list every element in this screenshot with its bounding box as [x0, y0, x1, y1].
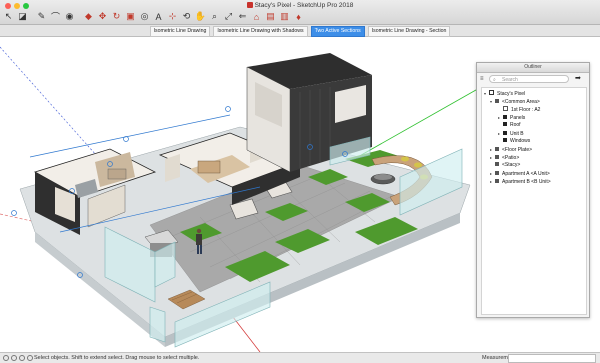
group-icon [503, 122, 507, 126]
group-icon [503, 138, 507, 142]
toolbar: ↖ ◪ ✎ ⌒ ◉ ◆ ✥ ↻ ▣ ◎ A ⊹ ⟲ ✋ ⌕ ⤢ ⇐ ⌂ ▤ ▥ … [2, 9, 305, 24]
group-icon [503, 115, 507, 119]
title-bar: Stacy's Pixel - SketchUp Pro 2018 ↖ ◪ ✎ … [0, 0, 600, 25]
outliner-row[interactable]: Windows [498, 138, 530, 145]
outliner-panel[interactable]: Outliner ≡ ⌕ Search ➡ ▾ Stacy's Pixel ▾ <C… [476, 62, 590, 318]
outliner-row[interactable]: ▸ <Patio> [490, 154, 519, 161]
tab-two-active-sections[interactable]: Two Active Sections [310, 26, 365, 37]
filter-icon[interactable]: ≡ [480, 75, 487, 83]
eraser-icon[interactable]: ◪ [16, 10, 29, 23]
extension-warehouse-icon[interactable]: ▤ [264, 10, 277, 23]
outliner-row[interactable]: ▸ Apartment B <B Unit> [490, 178, 551, 185]
outliner-row[interactable]: Roof [498, 122, 521, 129]
component-icon [495, 155, 499, 159]
pan-icon[interactable]: ✋ [194, 10, 207, 23]
geo-location-icon[interactable] [3, 355, 9, 361]
zoom-icon[interactable]: ⌕ [208, 10, 221, 23]
section-plane-icon [503, 106, 508, 111]
axes-icon[interactable]: ⊹ [166, 10, 179, 23]
push-pull-icon[interactable]: ◆ [82, 10, 95, 23]
pencil-icon[interactable]: ✎ [35, 10, 48, 23]
component-icon [495, 179, 499, 183]
outliner-row[interactable]: ▾ Stacy's Pixel [484, 90, 525, 97]
tab-isometric-line-drawing[interactable]: Isometric Line Drawing [149, 26, 211, 37]
component-icon [495, 147, 499, 151]
tab-isometric-line-drawing-section[interactable]: Isometric Line Drawing - Section [367, 26, 451, 37]
sketchup-logo-icon [246, 2, 253, 8]
outliner-row[interactable]: ▸ <Floor Plate> [490, 146, 532, 153]
outliner-row[interactable]: <Stacy> [490, 162, 520, 169]
scale-icon[interactable]: ▣ [124, 10, 137, 23]
search-icon: ⌕ [493, 77, 496, 83]
warehouse-icon[interactable]: ⌂ [250, 10, 263, 23]
outliner-row[interactable]: ▾ <Common Area> [490, 98, 540, 105]
outliner-title: Outliner [477, 63, 589, 73]
credits-icon[interactable] [11, 355, 17, 361]
paint-bucket-icon[interactable]: ◉ [63, 10, 76, 23]
outliner-row[interactable]: ▸ Unit B [498, 130, 524, 137]
model-icon [489, 90, 494, 95]
component-icon [495, 99, 499, 103]
layout-icon[interactable]: ▥ [278, 10, 291, 23]
outliner-row[interactable]: ▸ Panels [498, 114, 525, 121]
text-icon[interactable]: A [152, 10, 165, 23]
previous-view-icon[interactable]: ⇐ [236, 10, 249, 23]
status-bar: Select objects. Shift to extend select. … [0, 352, 600, 363]
component-icon [495, 162, 499, 166]
tab-isometric-line-drawing-shadows[interactable]: Isometric Line Drawing with Shadows [213, 26, 308, 37]
outliner-row[interactable]: 1st Floor : A2 [498, 106, 540, 113]
help-icon[interactable] [27, 355, 33, 361]
outliner-search-input[interactable]: ⌕ Search [489, 75, 569, 83]
window-title: Stacy's Pixel - SketchUp Pro 2018 [0, 2, 600, 9]
orbit-icon[interactable]: ⟲ [180, 10, 193, 23]
fire-pit-top [374, 174, 392, 180]
rotate-icon[interactable]: ↻ [110, 10, 123, 23]
scene-tabs: Isometric Line Drawing Isometric Line Dr… [0, 25, 600, 37]
tape-measure-icon[interactable]: ◎ [138, 10, 151, 23]
outliner-export-icon[interactable]: ➡ [575, 75, 584, 83]
status-icons [3, 355, 33, 361]
user-icon[interactable] [19, 355, 25, 361]
outliner-tree[interactable]: ▾ Stacy's Pixel ▾ <Common Area> 1st Floor … [481, 87, 587, 315]
component-icon [495, 171, 499, 175]
outliner-row[interactable]: ▸ Apartment A <A Unit> [490, 170, 550, 177]
select-icon[interactable]: ↖ [2, 10, 15, 23]
move-icon[interactable]: ✥ [96, 10, 109, 23]
zoom-extents-icon[interactable]: ⤢ [222, 10, 235, 23]
arc-icon[interactable]: ⌒ [49, 10, 62, 23]
group-icon [503, 131, 507, 135]
ruby-icon[interactable]: ♦ [292, 10, 305, 23]
